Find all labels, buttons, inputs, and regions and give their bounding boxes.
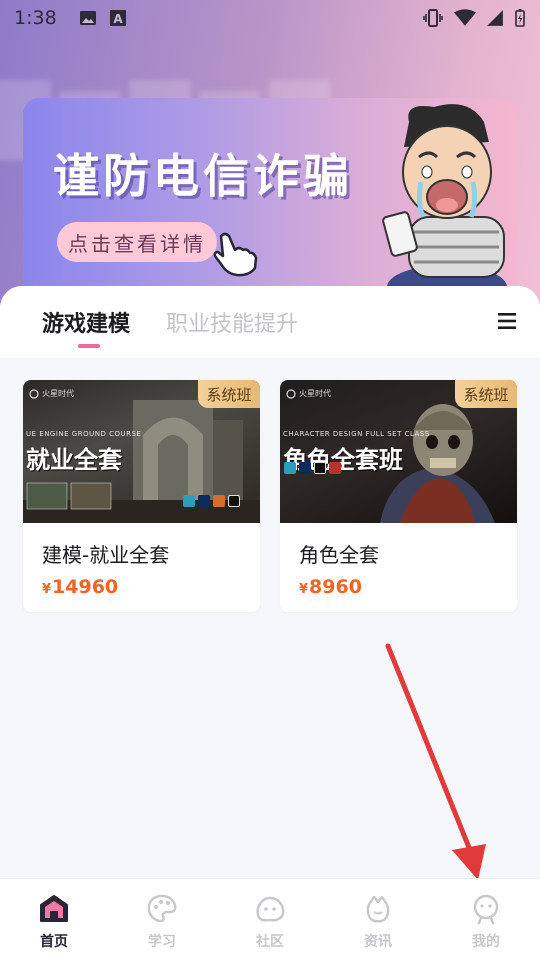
news-icon — [366, 895, 390, 923]
nav-label: 社区 — [256, 934, 284, 950]
course-thumbnail: 火星时代 CHARACTER DESIGN FULL SET CLASS 角色全… — [280, 380, 517, 523]
crying-character-illustration — [382, 104, 507, 302]
svg-text:A: A — [113, 12, 123, 26]
software-3dsmax-icon — [183, 495, 195, 507]
nav-item-profile[interactable]: 我的 — [432, 893, 540, 951]
provider-logo-icon — [286, 388, 296, 399]
content-sheet: 游戏建模 职业技能提升 火星时代 UE ENGINE GROUND COURSE… — [0, 286, 540, 878]
tab-label: 职业技能提升 — [166, 312, 299, 337]
vibrate-icon — [423, 9, 443, 27]
profile-icon — [473, 894, 499, 925]
course-type-badge: 系统班 — [455, 380, 517, 408]
course-list: 火星时代 UE ENGINE GROUND COURSE 就业全套 系统班 建模… — [23, 380, 517, 612]
course-title: 角色全套 — [299, 543, 379, 567]
text-box-icon: A — [109, 10, 126, 26]
banner-title: 谨防电信诈骗 — [53, 149, 353, 203]
category-tabs: 游戏建模 职业技能提升 — [0, 286, 540, 358]
course-provider-logo: 火星时代 — [286, 388, 331, 399]
software-unreal-icon — [228, 495, 240, 507]
pointing-hand-icon — [213, 232, 258, 277]
status-time: 1:38 — [14, 7, 57, 29]
software-unreal-icon — [314, 462, 326, 474]
thumb-subtitle: CHARACTER DESIGN FULL SET CLASS — [283, 430, 430, 438]
status-bar: 1:38 A — [0, 0, 540, 36]
home-icon — [40, 895, 68, 922]
software-zbrush-icon — [329, 462, 341, 474]
software-photoshop-icon — [299, 462, 311, 474]
software-substance-icon — [213, 495, 225, 507]
course-price: ¥14960 — [42, 576, 260, 598]
nav-label: 学习 — [148, 934, 176, 950]
nav-item-study[interactable]: 学习 — [108, 893, 216, 951]
nav-item-community[interactable]: 社区 — [216, 893, 324, 951]
menu-icon[interactable] — [498, 312, 518, 330]
nav-label: 资讯 — [364, 934, 392, 950]
software-3dsmax-icon — [284, 462, 296, 474]
course-thumbnail: 火星时代 UE ENGINE GROUND COURSE 就业全套 系统班 — [23, 380, 260, 523]
currency-symbol: ¥ — [299, 582, 309, 597]
thumb-subtitle: UE ENGINE GROUND COURSE — [26, 430, 142, 438]
course-card[interactable]: 火星时代 UE ENGINE GROUND COURSE 就业全套 系统班 建模… — [23, 380, 260, 612]
software-icons — [183, 495, 240, 507]
software-photoshop-icon — [198, 495, 210, 507]
course-type-badge: 系统班 — [198, 380, 260, 408]
palette-icon — [147, 894, 177, 923]
bottom-navigation: 首页 学习 社区 资讯 我的 — [0, 878, 540, 960]
promo-banner[interactable]: 谨防电信诈骗 点击查看详情 — [23, 98, 517, 303]
tab-game-modeling[interactable]: 游戏建模 — [42, 306, 131, 348]
course-price: ¥8960 — [299, 576, 517, 598]
banner-details-button[interactable]: 点击查看详情 — [57, 222, 217, 262]
thumb-title: 就业全套 — [26, 446, 122, 474]
course-card[interactable]: 火星时代 CHARACTER DESIGN FULL SET CLASS 角色全… — [280, 380, 517, 612]
battery-icon — [515, 9, 525, 27]
tab-career-skills[interactable]: 职业技能提升 — [166, 306, 298, 338]
tab-label: 游戏建模 — [42, 312, 131, 337]
provider-logo-icon — [29, 388, 39, 399]
currency-symbol: ¥ — [42, 582, 52, 597]
price-value: 8960 — [309, 576, 362, 598]
nav-item-home[interactable]: 首页 — [0, 893, 108, 951]
course-title: 建模-就业全套 — [42, 543, 170, 567]
wifi-icon — [454, 9, 476, 26]
image-icon — [79, 11, 96, 25]
signal-icon — [487, 10, 503, 26]
course-provider-logo: 火星时代 — [29, 388, 74, 399]
nav-label: 我的 — [472, 934, 500, 950]
nav-item-news[interactable]: 资讯 — [324, 893, 432, 951]
software-icons — [284, 462, 341, 474]
tab-active-indicator — [78, 344, 100, 348]
community-icon — [256, 896, 285, 922]
price-value: 14960 — [52, 576, 119, 598]
nav-label: 首页 — [40, 934, 68, 950]
